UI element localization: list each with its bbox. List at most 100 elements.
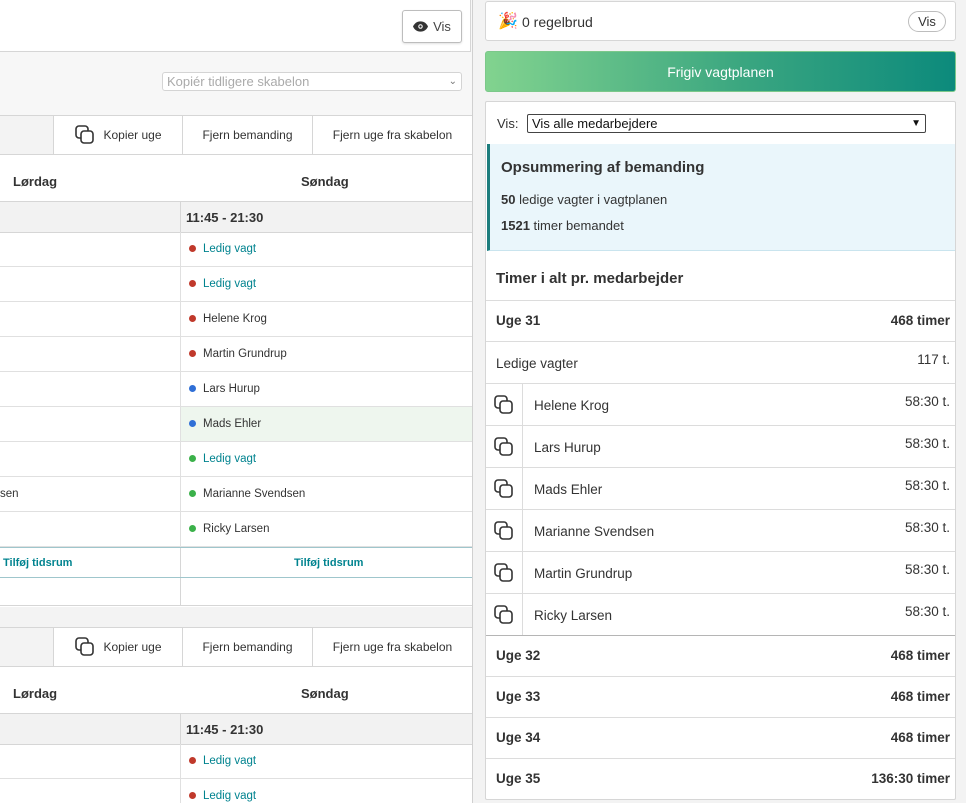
week-hours-row[interactable]: Uge 33 468 timer	[486, 676, 955, 717]
week-label: Uge 31	[496, 313, 541, 328]
copy-icon	[75, 637, 95, 656]
day-sunday: Søndag	[301, 174, 349, 189]
saturday-cell	[0, 267, 181, 301]
day-saturday: Lørdag	[13, 174, 58, 189]
remove-staffing-button[interactable]: Fjern bemanding	[183, 116, 313, 154]
time-range-left-cell	[0, 714, 181, 744]
open-shifts-text: ledige vagter i vagtplanen	[519, 192, 668, 207]
employee-hours: 58:30 t.	[904, 394, 950, 409]
saturday-cell	[0, 407, 181, 441]
employee-filter-select[interactable]: Vis alle medarbejdere ▼	[527, 114, 926, 133]
shift-row: Ledig vagt	[0, 232, 472, 267]
staffing-summary-title: Opsummering af bemanding	[501, 159, 705, 176]
time-range-label: 11:45 - 21:30	[186, 722, 264, 737]
vis-button[interactable]: Vis	[402, 10, 462, 43]
template-top-card	[0, 0, 471, 52]
open-shift-link[interactable]: Ledig vagt	[203, 453, 256, 465]
open-shifts-summary: 50 ledige vagter i vagtplanen	[501, 192, 667, 207]
open-shifts-row: Ledige vagter 117 t.	[486, 341, 955, 383]
shift-row: Ledig vagt	[0, 267, 472, 302]
copy-week-label: Kopier uge	[103, 128, 162, 142]
copy-employee-button[interactable]	[486, 510, 523, 551]
week-31-row[interactable]: Uge 31 468 timer	[486, 300, 955, 341]
copy-employee-button[interactable]	[486, 468, 523, 509]
copy-template-select[interactable]: Kopiér tidligere skabelon ⌄	[162, 72, 462, 91]
open-shifts-hours: 117 t.	[917, 352, 950, 367]
copy-employee-button[interactable]	[486, 384, 523, 425]
copy-week-button[interactable]: Kopier uge	[55, 628, 183, 666]
sunday-shift-cell[interactable]: Martin Grundrup	[181, 337, 472, 371]
empty-row	[0, 578, 472, 606]
employee-hours: 58:30 t.	[904, 436, 950, 451]
column-divider	[180, 548, 181, 577]
sunday-shift-cell[interactable]: Ledig vagt	[181, 779, 472, 803]
week-hours: 136:30 timer	[871, 771, 950, 786]
status-dot	[189, 454, 196, 462]
open-shift-link[interactable]: Ledig vagt	[203, 790, 256, 802]
saturday-cell	[0, 337, 181, 371]
saturday-cell	[0, 372, 181, 406]
employee-hours-row: Helene Krog 58:30 t.	[486, 383, 955, 425]
sunday-shift-cell[interactable]: Ledig vagt	[181, 267, 472, 301]
employee-name: Martin Grundrup	[203, 348, 287, 360]
week-hours-row[interactable]: Uge 34 468 timer	[486, 717, 955, 758]
time-range-row: 11:45 - 21:30	[0, 714, 472, 745]
add-timeslot-saturday-link[interactable]: Tilføj tidsrum	[3, 557, 72, 569]
week-label: Uge 35	[496, 771, 541, 786]
copy-week-button[interactable]: Kopier uge	[55, 116, 183, 154]
week-hours-row[interactable]: Uge 32 468 timer	[486, 635, 955, 676]
saturday-cell	[0, 744, 181, 778]
party-popper-icon: 🎉	[498, 13, 518, 30]
day-sunday: Søndag	[301, 686, 349, 701]
employee-name: Mads Ehler	[534, 482, 603, 497]
open-shift-link[interactable]: Ledig vagt	[203, 243, 256, 255]
sunday-shift-cell[interactable]: Ledig vagt	[181, 232, 472, 266]
chevron-down-icon: ▼	[911, 118, 921, 129]
status-dot	[189, 419, 196, 427]
copy-icon	[494, 562, 513, 582]
staffed-hours-summary: 1521 timer bemandet	[501, 218, 624, 233]
employee-hours: 58:30 t.	[904, 562, 950, 577]
remove-week-button[interactable]: Fjern uge fra skabelon	[313, 116, 472, 154]
remove-week-label: Fjern uge fra skabelon	[332, 640, 453, 654]
week-hours: 468 timer	[890, 689, 950, 704]
remove-week-button[interactable]: Fjern uge fra skabelon	[313, 628, 472, 666]
employee-name: Ricky Larsen	[203, 523, 270, 535]
copy-icon	[494, 520, 513, 540]
sunday-shift-cell[interactable]: Helene Krog	[181, 302, 472, 336]
week-gap	[0, 607, 472, 628]
week-hours-row[interactable]: Uge 35 136:30 timer	[486, 758, 955, 799]
employee-name: Martin Grundrup	[534, 566, 633, 581]
status-dot	[189, 791, 196, 799]
sunday-shift-cell[interactable]: Lars Hurup	[181, 372, 472, 406]
open-shift-link[interactable]: Ledig vagt	[203, 278, 256, 290]
remove-staffing-button[interactable]: Fjern bemanding	[183, 628, 313, 666]
add-timeslot-row: Tilføj tidsrum Tilføj tidsrum	[0, 547, 472, 578]
publish-schedule-button[interactable]: Frigiv vagtplanen	[485, 51, 956, 92]
add-timeslot-sunday-link[interactable]: Tilføj tidsrum	[294, 557, 363, 569]
sunday-shift-cell[interactable]: Ledig vagt	[181, 744, 472, 778]
sunday-shift-cell[interactable]: Mads Ehler	[181, 407, 472, 441]
day-header-row: Lørdag Søndag	[0, 667, 472, 714]
week-label: Uge 33	[496, 689, 541, 704]
shift-row: Helene Krog	[0, 302, 472, 337]
template-header: Vis Kopiér tidligere skabelon ⌄	[0, 0, 472, 116]
sunday-shift-cell[interactable]: Ledig vagt	[181, 442, 472, 476]
status-dot	[189, 524, 196, 532]
copy-icon	[494, 394, 513, 414]
employee-hours: 58:30 t.	[904, 604, 950, 619]
copy-employee-button[interactable]	[486, 426, 523, 467]
shift-row: Ledig vagt	[0, 442, 472, 477]
remove-staffing-label: Fjern bemanding	[202, 128, 293, 142]
employee-hours: 58:30 t.	[904, 478, 950, 493]
open-shift-link[interactable]: Ledig vagt	[203, 755, 256, 767]
employee-filter-value: Vis alle medarbejdere	[532, 116, 658, 131]
sunday-shift-cell[interactable]: Ricky Larsen	[181, 512, 472, 546]
copy-employee-button[interactable]	[486, 594, 523, 635]
week-toolbar-spacer	[0, 628, 54, 666]
copy-employee-button[interactable]	[486, 552, 523, 593]
rule-violations-card: 🎉 0 regelbrud Vis	[485, 1, 956, 41]
rule-violations-vis-button[interactable]: Vis	[908, 11, 946, 32]
sunday-shift-cell[interactable]: Marianne Svendsen	[181, 477, 472, 511]
status-dot	[189, 489, 196, 497]
